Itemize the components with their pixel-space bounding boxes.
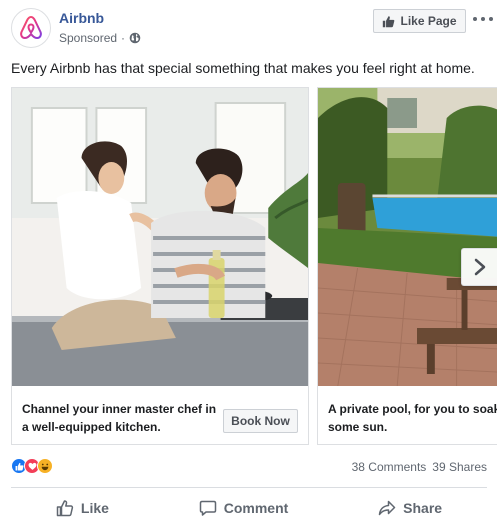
- sponsored-label[interactable]: Sponsored: [59, 31, 117, 45]
- comment-icon: [199, 500, 216, 516]
- card-caption: Channel your inner master chef in a well…: [22, 402, 217, 434]
- airbnb-logo-icon: [20, 15, 42, 40]
- like-button[interactable]: Like: [46, 492, 119, 524]
- like-page-label: Like Page: [400, 14, 457, 28]
- post-header: Airbnb Sponsored · Like Page: [0, 0, 497, 56]
- chevron-right-icon: [474, 258, 485, 276]
- share-button[interactable]: Share: [368, 492, 452, 524]
- comment-label: Comment: [223, 500, 289, 516]
- airbnb-logo-avatar[interactable]: [11, 8, 51, 48]
- carousel-next-button[interactable]: [461, 248, 497, 286]
- more-options-icon[interactable]: [473, 12, 493, 26]
- thumbs-up-icon: [383, 15, 395, 27]
- kitchen-photo[interactable]: [12, 88, 308, 386]
- card-caption: A private pool, for you to soak some sun…: [328, 402, 497, 434]
- like-label: Like: [80, 500, 109, 516]
- globe-icon: [129, 32, 141, 44]
- carousel-card[interactable]: Channel your inner master chef in a well…: [11, 87, 309, 445]
- comment-button[interactable]: Comment: [189, 492, 299, 524]
- thumbs-up-outline-icon: [56, 500, 74, 517]
- post-actions: Like Comment Share: [11, 492, 487, 524]
- like-page-button[interactable]: Like Page: [373, 9, 466, 33]
- divider: [11, 487, 487, 488]
- post-text: Every Airbnb has that special something …: [11, 60, 475, 76]
- haha-reaction-icon: [37, 458, 53, 474]
- post-stats: 38 Comments 39 Shares: [11, 456, 487, 478]
- engagement-counts: 38 Comments 39 Shares: [352, 460, 487, 474]
- meta-separator: ·: [121, 31, 126, 45]
- book-now-button[interactable]: Book Now: [223, 409, 298, 433]
- ad-carousel: Channel your inner master chef in a well…: [11, 87, 497, 447]
- reaction-summary[interactable]: [11, 458, 53, 474]
- page-name-link[interactable]: Airbnb: [59, 10, 104, 26]
- comments-count-link[interactable]: 38 Comments: [352, 460, 427, 474]
- share-label: Share: [403, 500, 443, 516]
- share-icon: [378, 500, 396, 516]
- post-meta: Sponsored ·: [59, 31, 141, 45]
- shares-count-link[interactable]: 39 Shares: [432, 460, 487, 474]
- pool-garden-photo[interactable]: [318, 88, 497, 386]
